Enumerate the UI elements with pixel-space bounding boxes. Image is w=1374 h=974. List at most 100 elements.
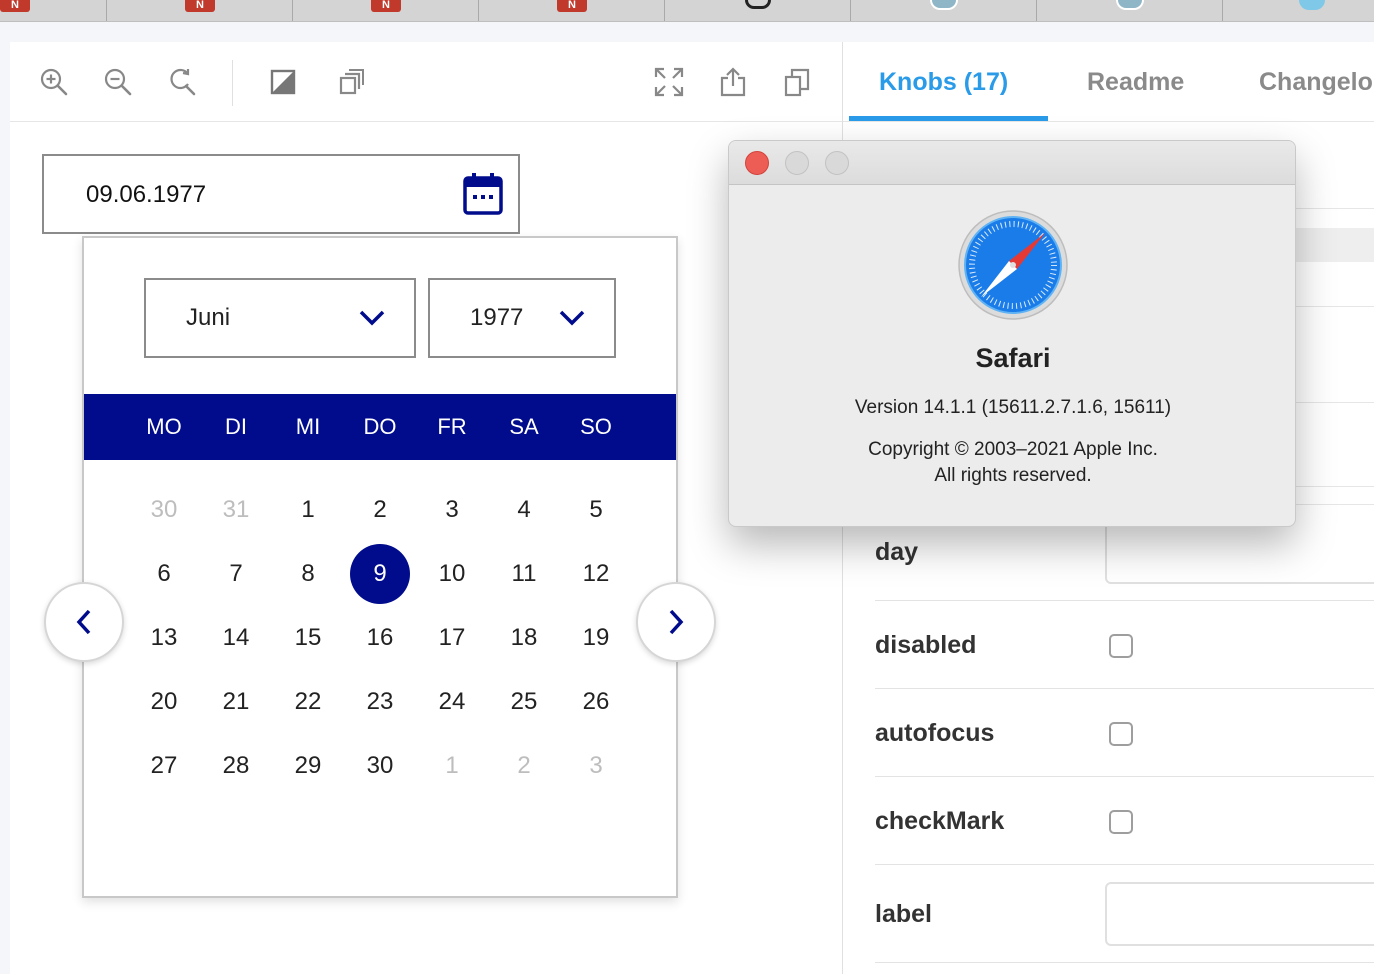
day-cell[interactable]: 5: [560, 478, 632, 542]
knob-checkbox-checkmark[interactable]: [1109, 810, 1133, 834]
reset-zoom-button[interactable]: [164, 64, 200, 100]
day-cell[interactable]: 26: [560, 670, 632, 734]
browser-tab-strip: N N N N: [0, 0, 1374, 22]
day-cell[interactable]: 2: [344, 478, 416, 542]
day-cell[interactable]: 20: [128, 670, 200, 734]
day-cell[interactable]: 19: [560, 606, 632, 670]
copy-link-button[interactable]: [779, 64, 815, 100]
browser-tab[interactable]: [1223, 0, 1374, 21]
day-cell[interactable]: 3: [416, 478, 488, 542]
day-number: 29: [294, 752, 322, 779]
day-cell[interactable]: 2: [488, 734, 560, 798]
grid-toggle-button[interactable]: [333, 64, 369, 100]
day-number: 25: [510, 688, 538, 715]
zoom-out-button[interactable]: [100, 64, 136, 100]
day-number: 27: [150, 752, 178, 779]
tab-changelog[interactable]: Changelo: [1259, 68, 1373, 97]
day-cell[interactable]: 18: [488, 606, 560, 670]
day-number: 3: [445, 496, 459, 523]
window-close-button[interactable]: [745, 151, 769, 175]
day-cell[interactable]: 10: [416, 542, 488, 606]
knob-label-label: label: [875, 900, 932, 928]
toolbar-separator: [232, 60, 233, 106]
day-cell[interactable]: 22: [272, 670, 344, 734]
weekday-header: MO DI MI DO FR SA SO: [84, 394, 676, 460]
day-cell[interactable]: 25: [488, 670, 560, 734]
day-cell[interactable]: 30: [344, 734, 416, 798]
knob-input-label[interactable]: [1105, 882, 1374, 946]
share-button[interactable]: [715, 64, 751, 100]
day-cell[interactable]: 14: [200, 606, 272, 670]
calendar-icon: [463, 173, 503, 215]
app-favicon-icon: N: [0, 0, 30, 12]
open-calendar-button[interactable]: [462, 172, 504, 216]
day-cell[interactable]: 11: [488, 542, 560, 606]
day-cell[interactable]: 28: [200, 734, 272, 798]
browser-tab[interactable]: [665, 0, 851, 21]
selected-day-cell[interactable]: 9: [344, 542, 416, 606]
next-month-button[interactable]: [636, 582, 716, 662]
day-number: 2: [517, 752, 531, 779]
year-select[interactable]: 1977: [428, 278, 616, 358]
day-number: 4: [517, 496, 531, 523]
browser-tab[interactable]: [1037, 0, 1223, 21]
day-cell[interactable]: 21: [200, 670, 272, 734]
day-cell[interactable]: 24: [416, 670, 488, 734]
day-cell[interactable]: 1: [272, 478, 344, 542]
datepicker-popup: Juni 1977 MO DI MI DO FR SA SO 30 31 1 2 3 4 5…: [82, 236, 678, 898]
day-cell[interactable]: 27: [128, 734, 200, 798]
tab-knobs[interactable]: Knobs (17): [879, 68, 1008, 97]
divider: [875, 962, 1374, 963]
window-zoom-button[interactable]: [825, 151, 849, 175]
divider: [1295, 402, 1374, 403]
day-number: 7: [229, 560, 243, 587]
weekday-label: SA: [509, 414, 539, 439]
day-cell[interactable]: 29: [272, 734, 344, 798]
day-number: 18: [510, 624, 538, 651]
day-cell[interactable]: 31: [200, 478, 272, 542]
safari-compass-icon: [958, 210, 1068, 320]
fullscreen-button[interactable]: [651, 64, 687, 100]
day-cell[interactable]: 3: [560, 734, 632, 798]
browser-tab[interactable]: N: [293, 0, 479, 21]
app-version: Version 14.1.1 (15611.2.7.1.6, 15611): [854, 397, 1172, 418]
day-cell[interactable]: 7: [200, 542, 272, 606]
knob-checkbox-autofocus[interactable]: [1109, 722, 1133, 746]
zoom-in-icon: [40, 68, 68, 96]
day-number: 6: [157, 560, 171, 587]
previous-month-button[interactable]: [44, 582, 124, 662]
day-cell[interactable]: 15: [272, 606, 344, 670]
app-favicon-icon: N: [185, 0, 215, 12]
browser-tab[interactable]: N: [479, 0, 665, 21]
date-input[interactable]: [84, 178, 424, 212]
day-cell[interactable]: 12: [560, 542, 632, 606]
day-cell[interactable]: 8: [272, 542, 344, 606]
date-input-field[interactable]: [42, 154, 520, 234]
day-cell[interactable]: 6: [128, 542, 200, 606]
day-cell[interactable]: 4: [488, 478, 560, 542]
day-number: 14: [222, 624, 250, 651]
day-cell[interactable]: 23: [344, 670, 416, 734]
day-cell[interactable]: 16: [344, 606, 416, 670]
knob-checkbox-disabled[interactable]: [1109, 634, 1133, 658]
day-cell[interactable]: 13: [128, 606, 200, 670]
day-cell[interactable]: 30: [128, 478, 200, 542]
knob-input-day[interactable]: [1105, 518, 1374, 584]
browser-tab[interactable]: N: [107, 0, 293, 21]
background-toggle-button[interactable]: [265, 64, 301, 100]
tab-readme[interactable]: Readme: [1087, 68, 1184, 97]
day-cell[interactable]: 17: [416, 606, 488, 670]
weekday-label: DI: [225, 414, 247, 439]
day-number: 22: [294, 688, 322, 715]
app-favicon-icon: N: [371, 0, 401, 12]
dialog-titlebar[interactable]: [729, 141, 1295, 185]
browser-tab[interactable]: [851, 0, 1037, 21]
month-select[interactable]: Juni: [144, 278, 416, 358]
day-number: 2: [373, 496, 387, 523]
browser-tab[interactable]: N: [0, 0, 107, 21]
window-minimize-button[interactable]: [785, 151, 809, 175]
day-cell[interactable]: 1: [416, 734, 488, 798]
weekday-label: SO: [580, 414, 612, 439]
zoom-in-button[interactable]: [36, 64, 72, 100]
github-favicon-icon: [745, 0, 771, 9]
